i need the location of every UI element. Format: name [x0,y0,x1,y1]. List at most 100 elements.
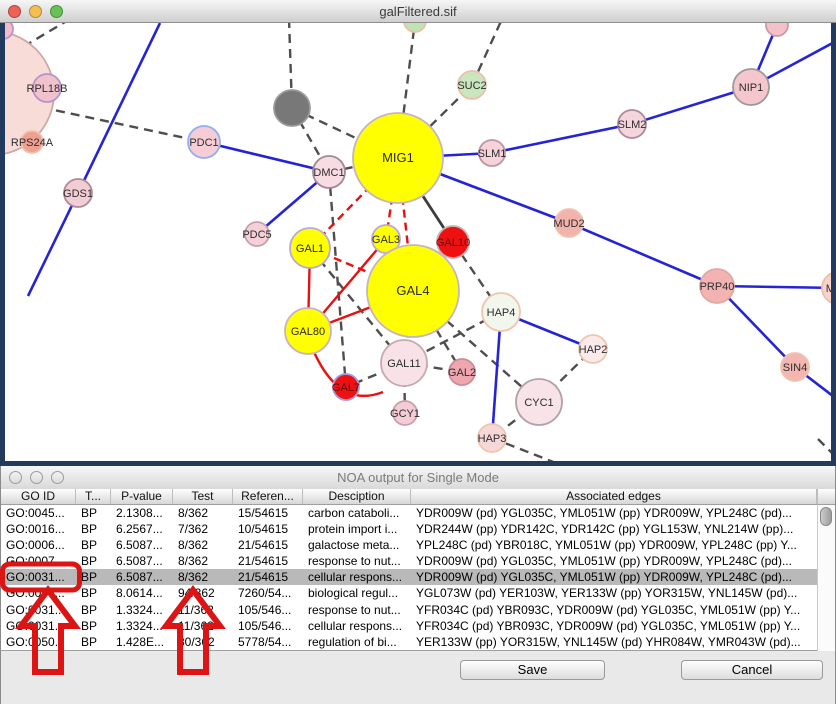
cell-go_id: GO:0031... [1,618,76,634]
table-row-4[interactable]: GO:0031...BP6.5087...8/36221/54615cellul… [1,569,817,585]
cell-go_id: GO:0045... [1,505,76,521]
table-row-1[interactable]: GO:0016...BP6.2567...7/36210/54615protei… [1,521,817,537]
cell-description: regulation of bi... [303,634,411,650]
cell-go_id: GO:0031... [1,569,76,585]
node-label-RPL18B: RPL18B [27,83,68,95]
node-label-SIN4: SIN4 [783,362,807,374]
column-header-2[interactable]: P-value [111,489,173,504]
cell-test: 11/362 [173,618,233,634]
cell-p_value: 6.5087... [111,537,173,553]
node-label-RPS24A: RPS24A [11,137,54,149]
cell-type: BP [76,553,111,569]
cell-go_id: GO:0016... [1,521,76,537]
edge-blue [78,23,160,193]
cell-type: BP [76,537,111,553]
cell-reference: 10/54615 [233,521,303,537]
cell-reference: 21/54615 [233,553,303,569]
cell-reference: 21/54615 [233,537,303,553]
node-label-HAP2: HAP2 [579,344,608,356]
vertical-scrollbar[interactable] [817,505,835,651]
node-label-SUC2: SUC2 [457,80,486,92]
node-label-GAL4: GAL4 [396,283,429,298]
cell-test: 8/362 [173,553,233,569]
cell-type: BP [76,585,111,601]
node-tr-pink[interactable] [766,23,788,36]
cell-description: cellular respons... [303,569,411,585]
node-label-NIP1: NIP1 [739,82,763,94]
network-window-titlebar[interactable]: galFiltered.sif [0,0,836,23]
node-label-GAL3: GAL3 [372,234,400,246]
cell-type: BP [76,521,111,537]
node-label-DMC1: DMC1 [313,167,344,179]
column-header-3[interactable]: Test [173,489,233,504]
network-svg: RPL18B RPS24A GDS1 PDC1 DMC1 MIG1 SUC2 SLM1 SLM2… [5,23,831,461]
node-label-GAL11: GAL11 [387,358,420,370]
noa-window: NOA output for Single Mode GO IDT...P-va… [0,466,836,704]
cell-type: BP [76,602,111,618]
cell-test: 11/362 [173,602,233,618]
cell-edges: YFR034C (pd) YBR093C, YDR009W (pd) YGL03… [411,602,817,618]
node-label-GDS1: GDS1 [63,188,93,200]
column-header-4[interactable]: Referen... [233,489,303,504]
node-label-PDC1: PDC1 [189,137,218,149]
cell-go_id: GO:0006... [1,537,76,553]
node-label-PRP40: PRP40 [700,281,735,293]
column-header-1[interactable]: T... [76,489,111,504]
cell-test: 94/362 [173,585,233,601]
network-canvas[interactable]: RPL18B RPS24A GDS1 PDC1 DMC1 MIG1 SUC2 SLM1 SLM2… [5,23,831,461]
table-body: GO:0045...BP2.1308...8/36215/54615carbon… [1,505,817,651]
scrollbar-thumb[interactable] [820,507,832,526]
noa-titlebar[interactable]: NOA output for Single Mode [1,466,835,490]
table-row-8[interactable]: GO:0050...BP1.428E...80/3625778/54...reg… [1,634,817,650]
network-window-title: galFiltered.sif [0,4,836,19]
cell-p_value: 6.5087... [111,553,173,569]
cell-p_value: 6.2567... [111,521,173,537]
cell-edges: YDR009W (pd) YGL035C, YML051W (pp) YDR00… [411,569,817,585]
cell-p_value: 1.3324... [111,618,173,634]
cell-go_id: GO:0050... [1,634,76,650]
node-gray-node[interactable] [274,90,310,126]
noa-window-title: NOA output for Single Mode [1,470,835,485]
cell-test: 8/362 [173,569,233,585]
node-label-HAP3: HAP3 [478,433,507,445]
cell-description: biological regul... [303,585,411,601]
table-row-5[interactable]: GO:0065...BP8.0614...94/3627260/54...bio… [1,585,817,601]
node-label-GCY1: GCY1 [390,408,420,420]
node-label-CYC1: CYC1 [524,397,553,409]
node-label-PDC5: PDC5 [242,229,271,241]
cell-description: response to nut... [303,553,411,569]
cell-p_value: 8.0614... [111,585,173,601]
cell-p_value: 2.1308... [111,505,173,521]
table-row-2[interactable]: GO:0006...BP6.5087...8/36221/54615galact… [1,537,817,553]
node-green-top[interactable] [404,23,426,32]
cell-edges: YDR009W (pd) YGL035C, YML051W (pp) YDR00… [411,505,817,521]
save-button[interactable]: Save [460,660,605,680]
node-label-SLM2: SLM2 [618,119,647,131]
cell-edges: YGL073W (pd) YER103W, YER133W (pp) YOR31… [411,585,817,601]
edge-dash [818,439,831,461]
node-label-HAP4: HAP4 [487,307,516,319]
cell-go_id: GO:0007... [1,553,76,569]
cell-go_id: GO:0065... [1,585,76,601]
table-row-7[interactable]: GO:0031...BP1.3324...11/362105/546...cel… [1,618,817,634]
column-header-6[interactable]: Associated edges [411,489,817,504]
edge-dash [329,172,346,387]
cancel-button[interactable]: Cancel [681,660,823,680]
cell-type: BP [76,618,111,634]
cell-reference: 7260/54... [233,585,303,601]
cell-edges: YDR244W (pp) YDR142C, YDR142C (pp) YGL15… [411,521,817,537]
table-row-3[interactable]: GO:0007...BP6.5087...8/36221/54615respon… [1,553,817,569]
node-label-SLM1: SLM1 [478,148,507,160]
node-label-MUD2: MUD2 [553,218,584,230]
cell-test: 80/362 [173,634,233,650]
edge-blue [569,223,717,286]
cell-p_value: 1.428E... [111,634,173,650]
column-header-5[interactable]: Desciption [303,489,411,504]
node-label-GAL1: GAL1 [296,243,324,255]
node-label-MIG1: MIG1 [382,150,414,165]
column-header-0[interactable]: GO ID [1,489,76,504]
table-row-0[interactable]: GO:0045...BP2.1308...8/36215/54615carbon… [1,505,817,521]
cell-description: response to nut... [303,602,411,618]
table-row-6[interactable]: GO:0031...BP1.3324...11/362105/546...res… [1,602,817,618]
cell-go_id: GO:0031... [1,602,76,618]
